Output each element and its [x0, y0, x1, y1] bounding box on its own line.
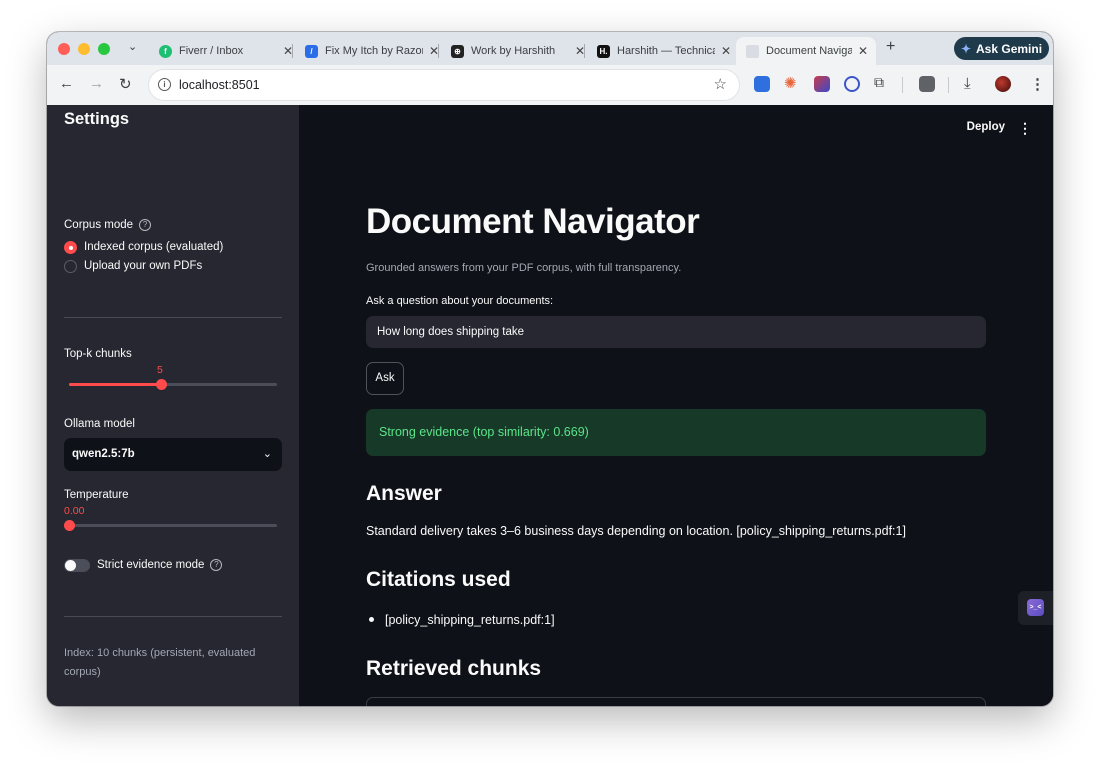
page-favicon-icon: [746, 44, 759, 58]
translate-icon[interactable]: [919, 76, 935, 92]
topk-value: 5: [157, 364, 163, 376]
page-title: Document Navigator: [366, 202, 700, 241]
fiverr-favicon-icon: f: [159, 44, 172, 58]
sidebar-divider: [64, 616, 282, 617]
radio-indexed-corpus[interactable]: [64, 241, 77, 254]
retrieved-chunk-expander[interactable]: [366, 697, 986, 706]
extension-blue-icon[interactable]: [754, 76, 770, 92]
retrieved-chunks-heading: Retrieved chunks: [366, 657, 542, 680]
radio-upload-pdfs[interactable]: [64, 260, 77, 273]
topk-slider-fill: [69, 383, 161, 386]
browser-window: ⌄ f Fiverr / Inbox ✕ / Fix My Itch by Ra…: [47, 32, 1053, 706]
reload-icon[interactable]: ↻: [119, 75, 132, 93]
temperature-value: 0.00: [64, 505, 85, 517]
corpus-mode-label: Corpus mode?: [64, 219, 152, 231]
bookmark-star-icon[interactable]: ☆: [714, 75, 727, 93]
question-input[interactable]: How long does shipping take: [366, 316, 986, 348]
assistant-icon: >_<: [1027, 599, 1044, 616]
close-tab-icon[interactable]: ✕: [858, 44, 868, 58]
chevron-down-icon: ⌄: [262, 448, 272, 460]
answer-text: Standard delivery takes 3–6 business day…: [366, 524, 906, 538]
forward-icon[interactable]: →: [89, 75, 104, 92]
site-info-icon[interactable]: i: [158, 78, 171, 91]
extension-burst-icon[interactable]: ✺: [784, 74, 800, 92]
tab-separator: [438, 44, 439, 58]
toolbar-separator: [902, 77, 903, 93]
url-text[interactable]: localhost:8501: [179, 78, 260, 92]
tab-separator: [584, 44, 585, 58]
tab-title: Harshith — Technical: [617, 45, 715, 57]
app-menu-icon[interactable]: ⋮: [1018, 120, 1032, 137]
topk-label: Top-k chunks: [64, 348, 132, 360]
minimize-window-button[interactable]: [78, 43, 90, 55]
tab-title: Work by Harshith: [471, 45, 556, 57]
citations-heading: Citations used: [366, 568, 511, 591]
list-bullet: [369, 617, 374, 622]
ollama-model-label: Ollama model: [64, 418, 135, 430]
deploy-button[interactable]: Deploy: [967, 121, 1005, 133]
extensions-puzzle-icon[interactable]: ⧉: [874, 74, 890, 90]
radio-label-indexed[interactable]: Indexed corpus (evaluated): [84, 241, 223, 253]
temperature-slider[interactable]: [64, 520, 277, 531]
gemini-sparkle-icon: ✦: [960, 41, 972, 56]
strict-evidence-label-text: Strict evidence mode: [97, 559, 205, 571]
strict-evidence-label: Strict evidence mode?: [97, 559, 223, 571]
question-input-value[interactable]: How long does shipping take: [377, 326, 524, 338]
citation-item: [policy_shipping_returns.pdf:1]: [385, 613, 555, 627]
extension-circle-icon[interactable]: [844, 76, 860, 92]
help-icon[interactable]: ?: [139, 219, 152, 231]
temperature-label: Temperature: [64, 489, 129, 501]
tab-strip: ⌄ f Fiverr / Inbox ✕ / Fix My Itch by Ra…: [47, 32, 1053, 65]
extension-flag-icon[interactable]: [814, 76, 830, 92]
close-window-button[interactable]: [58, 43, 70, 55]
ask-button[interactable]: Ask: [366, 362, 404, 395]
ask-gemini-label: Ask Gemini: [976, 41, 1043, 56]
radio-label-upload[interactable]: Upload your own PDFs: [84, 260, 202, 272]
tab-title: Fiverr / Inbox: [179, 45, 244, 57]
tab-fix-my-itch[interactable]: / Fix My Itch by Razor ✕: [299, 37, 439, 65]
razor-favicon-icon: /: [305, 44, 318, 58]
download-icon[interactable]: ⤓: [964, 75, 971, 92]
temperature-slider-thumb[interactable]: [64, 520, 75, 531]
tab-separator: [292, 44, 293, 58]
sidebar-divider: [64, 317, 282, 318]
evidence-banner: Strong evidence (top similarity: 0.669): [366, 409, 986, 456]
floating-tool-button[interactable]: >_<: [1018, 591, 1053, 625]
tab-title: Fix My Itch by Razor: [325, 45, 423, 57]
evidence-banner-text: Strong evidence (top similarity: 0.669): [379, 425, 589, 439]
h-favicon-icon: H.: [597, 44, 610, 58]
globe-favicon-icon: ⊕: [451, 44, 464, 58]
tab-search-chevron-icon[interactable]: ⌄: [128, 40, 137, 53]
question-label: Ask a question about your documents:: [366, 295, 554, 307]
answer-heading: Answer: [366, 482, 442, 505]
ollama-model-value: qwen2.5:7b: [72, 448, 135, 460]
index-status-text: Index: 10 chunks (persistent, evaluated …: [64, 647, 256, 678]
close-tab-icon[interactable]: ✕: [721, 44, 731, 58]
sidebar-title: Settings: [64, 110, 130, 128]
tab-harshith-technical[interactable]: H. Harshith — Technical ✕: [591, 37, 731, 65]
topk-slider-thumb[interactable]: [156, 379, 167, 390]
tab-work-by-harshith[interactable]: ⊕ Work by Harshith ✕: [445, 37, 585, 65]
profile-avatar[interactable]: [995, 76, 1011, 92]
help-icon[interactable]: ?: [210, 559, 223, 571]
address-bar[interactable]: i localhost:8501 ☆: [149, 70, 739, 100]
back-icon[interactable]: ←: [59, 75, 74, 92]
page-subtitle: Grounded answers from your PDF corpus, w…: [366, 262, 682, 274]
toggle-knob: [65, 560, 76, 571]
browser-toolbar: ← → ↻ i localhost:8501 ☆ ✺ ⧉ ⤓ ⋮: [47, 65, 1053, 106]
ollama-model-select[interactable]: qwen2.5:7b ⌄: [64, 438, 282, 471]
corpus-mode-label-text: Corpus mode: [64, 219, 134, 231]
ask-gemini-button[interactable]: ✦ Ask Gemini: [954, 37, 1049, 60]
new-tab-button[interactable]: +: [886, 38, 895, 56]
browser-menu-icon[interactable]: ⋮: [1030, 75, 1045, 93]
tab-title: Document Navigator: [766, 45, 852, 57]
tab-document-navigator[interactable]: Document Navigator ✕: [736, 37, 876, 65]
toolbar-separator: [948, 77, 949, 93]
tab-fiverr[interactable]: f Fiverr / Inbox ✕: [153, 37, 293, 65]
topk-slider[interactable]: [69, 379, 277, 390]
maximize-window-button[interactable]: [98, 43, 110, 55]
strict-evidence-toggle[interactable]: [64, 559, 90, 572]
